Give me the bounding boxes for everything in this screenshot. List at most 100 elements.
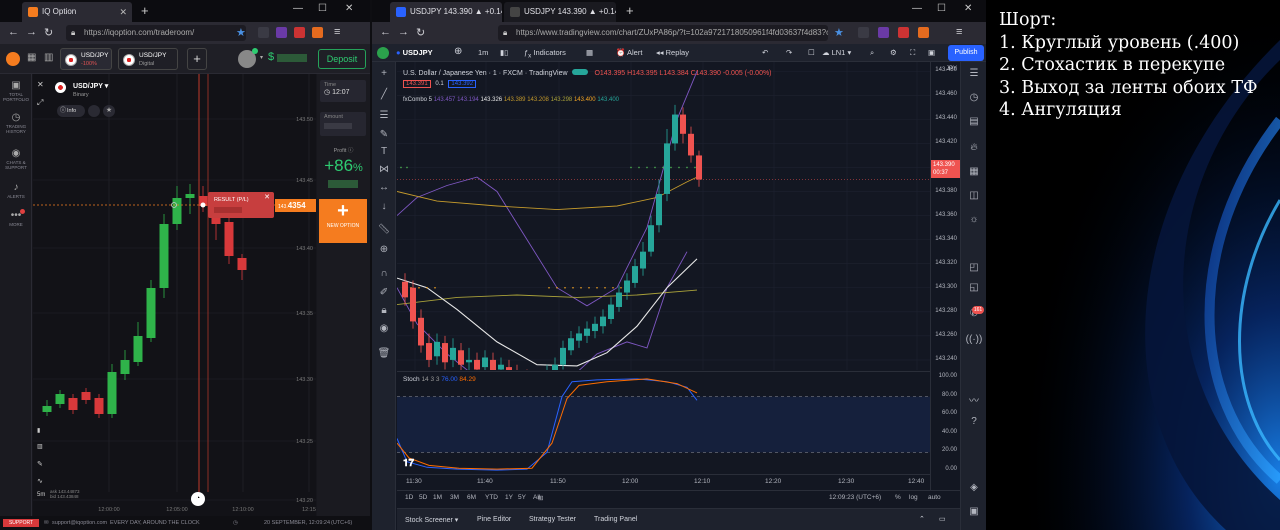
minimize-icon[interactable]: — bbox=[293, 3, 303, 14]
iq-chart-area[interactable]: 143.50 143.45 143.40 143.35 143.30 143.25 143.… bbox=[33, 74, 316, 516]
bookmark-star-icon[interactable]: ★ bbox=[236, 26, 246, 39]
watchlist-icon[interactable]: ☰ bbox=[961, 68, 986, 79]
browser-tab-tv-2[interactable]: USDJPY 143.390 ▲ +0.14% LN1 bbox=[504, 2, 616, 22]
trash-icon[interactable]: 🗑︎ bbox=[372, 348, 396, 359]
crosshair-icon[interactable]: + bbox=[372, 68, 396, 79]
reload-icon[interactable]: ↻ bbox=[416, 26, 425, 39]
adblock-icon[interactable] bbox=[294, 27, 305, 38]
publish-button[interactable]: Publish bbox=[948, 45, 984, 61]
tab-stock-screener[interactable]: Stock Screener ▾ bbox=[405, 516, 458, 524]
sidebar-item-chats[interactable]: ◉ CHATS & SUPPORT bbox=[0, 148, 32, 170]
range-button-3m[interactable]: 3M bbox=[450, 494, 459, 501]
measure-icon[interactable]: ↔ bbox=[372, 182, 396, 193]
info-button[interactable]: ⓘ Info bbox=[57, 105, 85, 117]
eye-icon[interactable]: ◉ bbox=[372, 323, 396, 334]
back-icon[interactable]: ← bbox=[8, 26, 19, 38]
layers-icon[interactable]: ◈ bbox=[961, 482, 986, 493]
tv-main-chart[interactable]: U.S. Dollar / Japanese Yen · 1 · FXCM · … bbox=[396, 62, 930, 394]
timeframe-button[interactable]: 5m bbox=[37, 492, 45, 498]
range-button-1y[interactable]: 1Y bbox=[505, 494, 513, 501]
extension2-icon[interactable] bbox=[918, 27, 929, 38]
add-asset-button[interactable]: + bbox=[187, 48, 207, 70]
trend-line-icon[interactable]: ╱ bbox=[372, 89, 396, 100]
range-button-6m[interactable]: 6M bbox=[467, 494, 476, 501]
brush-icon[interactable]: ✎ bbox=[372, 129, 396, 140]
interval-button[interactable]: 1m bbox=[478, 48, 488, 57]
text-tool-icon[interactable]: T bbox=[372, 146, 396, 157]
maximize-panel-icon[interactable]: ▭ bbox=[939, 515, 946, 523]
close-tab-icon[interactable]: ✕ bbox=[119, 2, 127, 22]
compare-icon[interactable]: ⊕ bbox=[454, 46, 462, 57]
data-window-icon[interactable]: ▤ bbox=[961, 116, 986, 127]
extension2-icon[interactable] bbox=[312, 27, 323, 38]
magnet-icon[interactable]: ∩ bbox=[372, 268, 396, 279]
arrow-down-icon[interactable]: ↓ bbox=[372, 201, 396, 212]
replay-button[interactable]: ◂◂ Replay bbox=[656, 48, 689, 57]
expand-chart-icon[interactable]: ⤢ bbox=[37, 98, 43, 108]
new-option-button[interactable]: + NEW OPTION bbox=[319, 199, 367, 243]
date-range-icon[interactable]: ⊞ bbox=[538, 494, 543, 502]
forward-icon[interactable]: → bbox=[398, 26, 409, 38]
firefox-menu-icon[interactable]: ≡ bbox=[956, 26, 962, 38]
layout-select[interactable]: ☁ LN1 ▾ bbox=[822, 48, 851, 57]
tv-price-scale[interactable]: JPY 143.480143.460143.440143.420143.4001… bbox=[930, 62, 961, 490]
ruler-icon[interactable]: 📏︎ bbox=[372, 224, 396, 235]
extension-icon[interactable] bbox=[878, 27, 889, 38]
sidebar-item-history[interactable]: ◷ TRADING HISTORY bbox=[0, 112, 32, 134]
lock-icon[interactable]: 🔒︎ bbox=[372, 305, 396, 316]
tab-strategy-tester[interactable]: Strategy Tester bbox=[529, 516, 576, 523]
search-icon[interactable]: ⌕ bbox=[870, 48, 874, 58]
undo-icon[interactable]: ↶ bbox=[762, 48, 768, 57]
indicators-icon[interactable]: ▥ bbox=[37, 443, 43, 450]
favorite-star-icon[interactable]: ★ bbox=[103, 105, 115, 117]
bid-button[interactable]: 143.391 bbox=[403, 80, 431, 88]
broadcast-icon[interactable]: ((·)) bbox=[961, 334, 986, 345]
downloads-icon[interactable] bbox=[258, 27, 269, 38]
alert-button[interactable]: ⏰ Alert bbox=[616, 48, 642, 57]
chart-menu-icon[interactable]: ▥ bbox=[44, 52, 53, 63]
horizontal-lines-icon[interactable]: ☰ bbox=[372, 110, 396, 121]
pattern-icon[interactable]: ⋈ bbox=[372, 164, 396, 175]
url-bar[interactable]: 🔒︎ https://www.tradingview.com/chart/ZUx… bbox=[498, 25, 828, 41]
new-tab-icon[interactable]: + bbox=[141, 3, 149, 18]
indicators-button[interactable]: ƒx Indicators bbox=[524, 48, 566, 60]
reload-icon[interactable]: ↻ bbox=[44, 26, 53, 39]
asset-tab-usdjpy-binary[interactable]: USD/JPY -100% bbox=[60, 48, 112, 70]
sidebar-item-portfolio[interactable]: ▣ TOTAL PORTFOLIO bbox=[0, 80, 32, 102]
back-icon[interactable]: ← bbox=[380, 26, 391, 38]
range-button-1d[interactable]: 1D bbox=[405, 494, 413, 501]
bookmark-star-icon[interactable]: ★ bbox=[834, 26, 844, 39]
browser-tab-iqoption[interactable]: IQ Option ✕ bbox=[22, 2, 132, 22]
fullscreen-icon[interactable]: ⛶ bbox=[910, 48, 915, 58]
maximize-icon[interactable]: ☐ bbox=[937, 3, 946, 14]
time-selector[interactable]: Time ◷ 12:07 bbox=[320, 80, 366, 102]
window-close-icon[interactable]: ✕ bbox=[964, 3, 972, 14]
ask-button[interactable]: 143.392 bbox=[448, 80, 477, 88]
adblock-icon[interactable] bbox=[898, 27, 909, 38]
range-button-1m[interactable]: 1M bbox=[433, 494, 442, 501]
stochastic-pane[interactable]: Stoch 14 3 3 76.00 84.29 𝟏𝟕 bbox=[396, 371, 930, 474]
help-icon[interactable]: ? bbox=[961, 416, 986, 427]
alert-bell-button[interactable] bbox=[88, 105, 100, 117]
range-button-5d[interactable]: 5D bbox=[419, 494, 427, 501]
sidebar-item-alerts[interactable]: ♪ ALERTS bbox=[0, 182, 32, 199]
url-bar[interactable]: 🔒︎ https://iqoption.com/traderoom/ bbox=[66, 25, 246, 41]
zoom-icon[interactable]: ⊕ bbox=[372, 244, 396, 255]
support-button[interactable]: SUPPORT bbox=[3, 519, 39, 527]
asset-tab-usdjpy-digital[interactable]: USD/JPY Digital bbox=[118, 48, 178, 70]
user-avatar[interactable] bbox=[377, 47, 389, 59]
ideas-icon[interactable]: ◫ bbox=[961, 190, 986, 201]
hotlist-icon[interactable]: 🔥︎ bbox=[961, 142, 986, 153]
templates-icon[interactable]: ▦ bbox=[586, 48, 593, 57]
chat-icon[interactable]: ◰ bbox=[961, 262, 986, 273]
settings-gear-icon[interactable]: ⚙ bbox=[890, 48, 897, 57]
auto-scale-toggle[interactable]: auto bbox=[928, 494, 941, 501]
lock-drawings-icon[interactable]: ✐ bbox=[372, 287, 396, 298]
sidebar-item-more[interactable]: ••• MORE bbox=[0, 210, 32, 227]
minimize-icon[interactable]: — bbox=[912, 3, 922, 14]
range-button-5y[interactable]: 5Y bbox=[518, 494, 526, 501]
screenshot-icon[interactable]: ▣ bbox=[928, 48, 935, 57]
lightbulb-icon[interactable]: ☼ bbox=[961, 214, 986, 225]
tab-pine-editor[interactable]: Pine Editor bbox=[477, 516, 511, 523]
chart-type-icon[interactable]: ▮▯ bbox=[500, 48, 508, 57]
